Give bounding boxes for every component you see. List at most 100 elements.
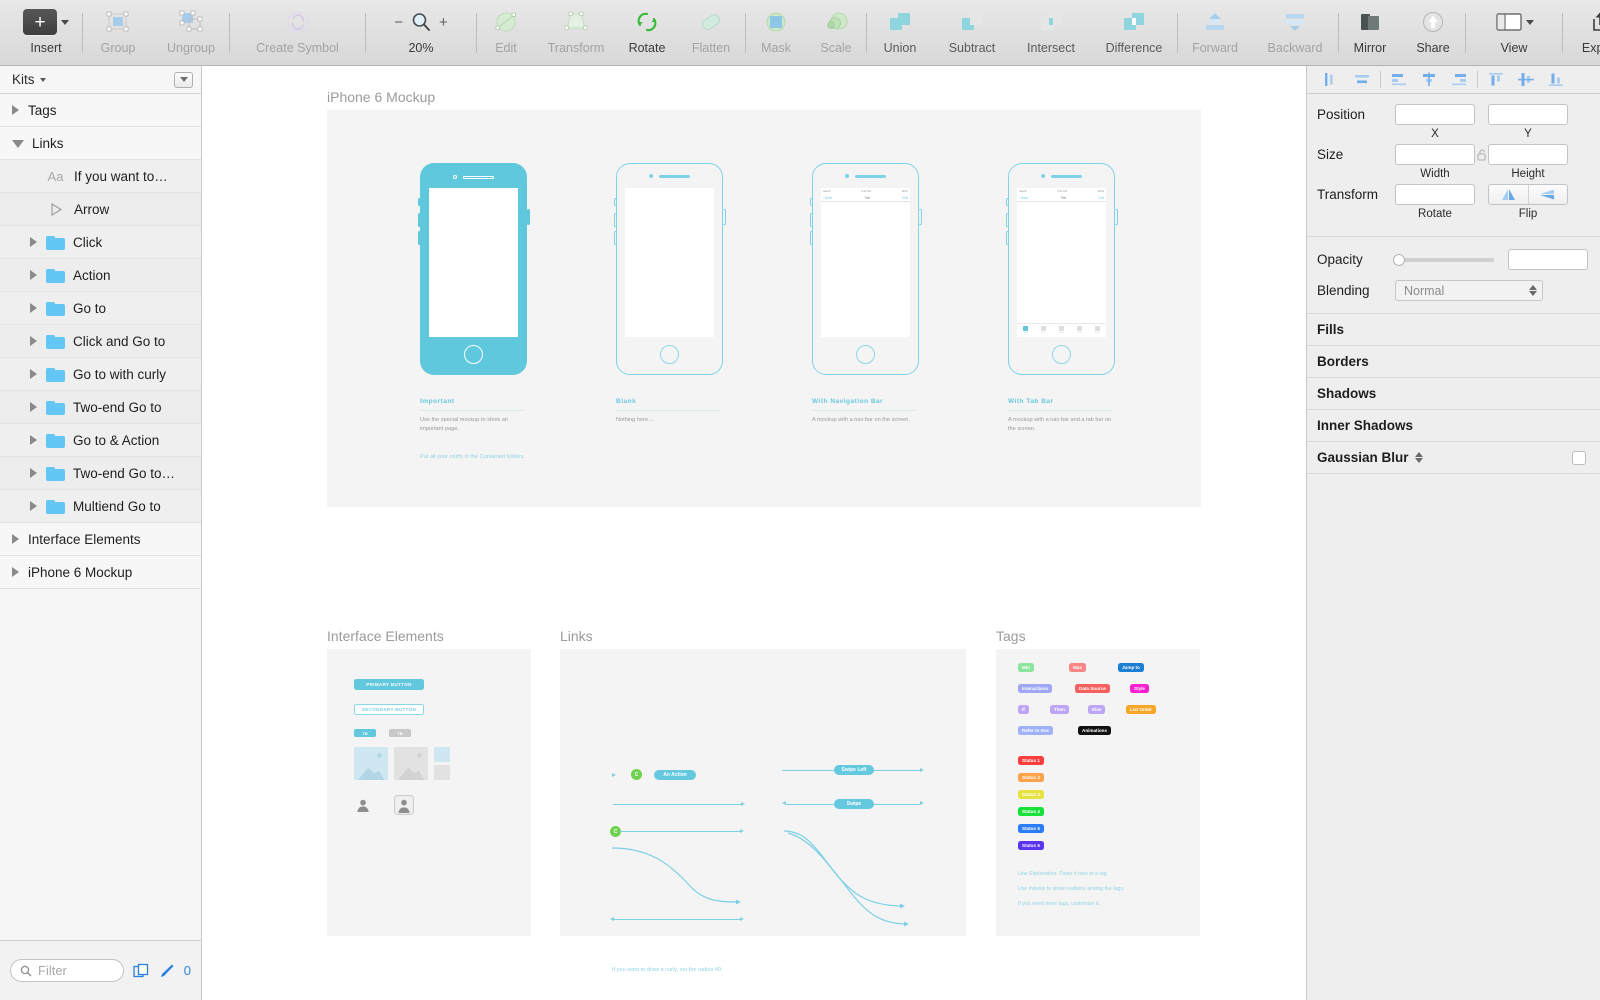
tag-chip-min[interactable]: Min <box>1018 663 1034 672</box>
scale-button[interactable]: Scale <box>806 0 866 66</box>
layer-row-two-end-go-to[interactable]: Two-end Go to <box>0 391 201 424</box>
tag-chip-max[interactable]: Max <box>1069 663 1086 672</box>
nav-edit-button[interactable]: Edit <box>902 196 908 200</box>
tag-chip-jump-to[interactable]: Jump to <box>1118 663 1144 672</box>
kits-title[interactable]: Kits <box>12 72 35 87</box>
action-pill[interactable]: An Action <box>654 770 696 780</box>
edit-button[interactable]: Edit <box>477 0 535 66</box>
nav-back-button[interactable]: ‹ Back <box>823 196 832 200</box>
ungroup-button[interactable]: Ungroup <box>153 0 229 66</box>
duplicate-page-icon[interactable] <box>133 963 150 979</box>
secondary-button-sample[interactable]: SECONDARY BUTTON <box>354 704 424 715</box>
artboard-links[interactable]: C An Action C Swipe Left Swipe If you wa… <box>560 649 966 973</box>
disclosure-triangle-icon[interactable] <box>30 237 37 247</box>
create-symbol-button[interactable]: Create Symbol <box>230 0 365 66</box>
layer-row-two-end-go-to[interactable]: Two-end Go to… <box>0 457 201 490</box>
layer-row-go-to-with-curly[interactable]: Go to with curly <box>0 358 201 391</box>
opacity-value-field[interactable] <box>1508 249 1588 270</box>
disclosure-triangle-icon[interactable] <box>30 501 37 511</box>
chevron-down-icon[interactable] <box>39 77 46 82</box>
size-height-field[interactable] <box>1488 144 1568 165</box>
phone-mockup-tabbar[interactable]: Sketch 9:41 AM 100% ‹ Back Title Edit On… <box>1005 163 1118 375</box>
disclosure-triangle-icon[interactable] <box>30 336 37 346</box>
layer-row-go-to-action[interactable]: Go to & Action <box>0 424 201 457</box>
disclosure-triangle-icon[interactable] <box>30 402 37 412</box>
layer-row-arrow[interactable]: Arrow <box>0 193 201 226</box>
tag-chip-then[interactable]: Then <box>1050 705 1069 714</box>
panel-enable-checkbox[interactable] <box>1572 450 1586 465</box>
layer-row-click-and-go-to[interactable]: Click and Go to <box>0 325 201 358</box>
export-button[interactable]: Export <box>1563 0 1600 66</box>
dropdown-menu-icon[interactable] <box>174 71 193 88</box>
intersect-button[interactable]: Intersect <box>1011 0 1091 66</box>
tag-chip-status-1[interactable]: Status 1 <box>1018 756 1044 765</box>
rotate-field[interactable] <box>1395 184 1475 205</box>
layer-row-links[interactable]: Links <box>0 127 201 160</box>
disclosure-triangle-icon[interactable] <box>12 534 19 544</box>
artboard-tags[interactable]: Min Max Jump to Interactions Data Source Styl… <box>996 649 1200 936</box>
panel-header-inner-shadows[interactable]: Inner Shadows <box>1307 410 1600 442</box>
tag-chip-interactions[interactable]: Interactions <box>1018 684 1053 693</box>
layer-row-iphone-6-mockup[interactable]: iPhone 6 Mockup <box>0 556 201 589</box>
pen-icon[interactable] <box>159 963 175 979</box>
tag-chip-animations[interactable]: Animations <box>1078 726 1112 735</box>
tag-chip-data-source[interactable]: Data Source <box>1075 684 1110 693</box>
zoom-in-button[interactable]: + <box>439 15 448 30</box>
insert-button[interactable]: + Insert <box>10 0 82 66</box>
stepper-icon[interactable] <box>1529 285 1537 296</box>
disclosure-triangle-icon[interactable] <box>30 369 37 379</box>
tag-chip-status-4[interactable]: Status 4 <box>1018 807 1044 816</box>
panel-header-gaussian-blur[interactable]: Gaussian Blur <box>1307 442 1600 474</box>
tag-chip-style[interactable]: Style <box>1130 684 1149 693</box>
disclosure-triangle-icon[interactable] <box>12 105 19 115</box>
design-canvas[interactable]: iPhone 6 Mockup Important Use the specia… <box>203 66 1305 1000</box>
align-horizontal-centers-icon[interactable] <box>1347 67 1377 93</box>
artboard-title-tags[interactable]: Tags <box>996 628 1026 644</box>
disclosure-triangle-icon[interactable] <box>30 303 37 313</box>
filter-input[interactable]: Filter <box>10 959 124 982</box>
align-middle-icon[interactable] <box>1511 67 1541 93</box>
nav-edit-button[interactable]: Edit <box>1098 196 1104 200</box>
rotate-button[interactable]: Rotate <box>617 0 677 66</box>
tag-chip-list-order[interactable]: List Order <box>1126 705 1156 714</box>
align-top-icon[interactable] <box>1481 67 1511 93</box>
panel-header-shadows[interactable]: Shadows <box>1307 378 1600 410</box>
tag-chip-if[interactable]: If <box>1018 705 1029 714</box>
blending-select[interactable]: Normal <box>1395 280 1543 301</box>
share-button[interactable]: Share <box>1401 0 1465 66</box>
unlocked-padlock-icon[interactable] <box>1477 148 1486 161</box>
toggle-tag-off[interactable]: TB <box>389 729 411 737</box>
forward-button[interactable]: Forward <box>1178 0 1252 66</box>
tag-chip-status-5[interactable]: Status 5 <box>1018 824 1044 833</box>
artboard-interface-elements[interactable]: PRIMARY BUTTON SECONDARY BUTTON TB TB <box>327 649 531 936</box>
difference-button[interactable]: Difference <box>1091 0 1177 66</box>
opacity-slider-knob[interactable] <box>1392 253 1405 266</box>
union-button[interactable]: Union <box>867 0 933 66</box>
toggle-tag-on[interactable]: TB <box>354 729 376 737</box>
align-bottom-icon[interactable] <box>1541 67 1571 93</box>
align-center-icon[interactable] <box>1414 67 1444 93</box>
stepper-icon[interactable] <box>1414 452 1423 463</box>
tab-item[interactable]: One <box>1023 325 1029 334</box>
artboard-iphone6-mockup[interactable]: Important Use the special mockup to show… <box>327 110 1201 507</box>
backward-button[interactable]: Backward <box>1252 0 1338 66</box>
tab-item[interactable]: Five <box>1094 325 1100 334</box>
zoom-control[interactable]: − + 20% <box>366 0 476 66</box>
tag-chip-status-2[interactable]: Status 2 <box>1018 773 1044 782</box>
size-width-field[interactable] <box>1395 144 1475 165</box>
nav-back-button[interactable]: ‹ Back <box>1019 196 1028 200</box>
primary-button-sample[interactable]: PRIMARY BUTTON <box>354 679 424 690</box>
disclosure-triangle-icon[interactable] <box>12 567 19 577</box>
layer-row-multiend-go-to[interactable]: Multiend Go to <box>0 490 201 523</box>
group-button[interactable]: Group <box>83 0 153 66</box>
tag-chip-refer-to-doc[interactable]: Refer to Doc <box>1018 726 1054 735</box>
align-left-edges-icon[interactable] <box>1317 67 1347 93</box>
tag-chip-status-3[interactable]: Status 3 <box>1018 790 1044 799</box>
align-right-icon[interactable] <box>1444 67 1474 93</box>
tab-item[interactable]: Two <box>1040 325 1046 334</box>
align-left-icon[interactable] <box>1384 67 1414 93</box>
transform-button[interactable]: Transform <box>535 0 617 66</box>
disclosure-triangle-open[interactable] <box>12 140 24 148</box>
layer-row-action[interactable]: Action <box>0 259 201 292</box>
zoom-out-button[interactable]: − <box>394 15 403 30</box>
